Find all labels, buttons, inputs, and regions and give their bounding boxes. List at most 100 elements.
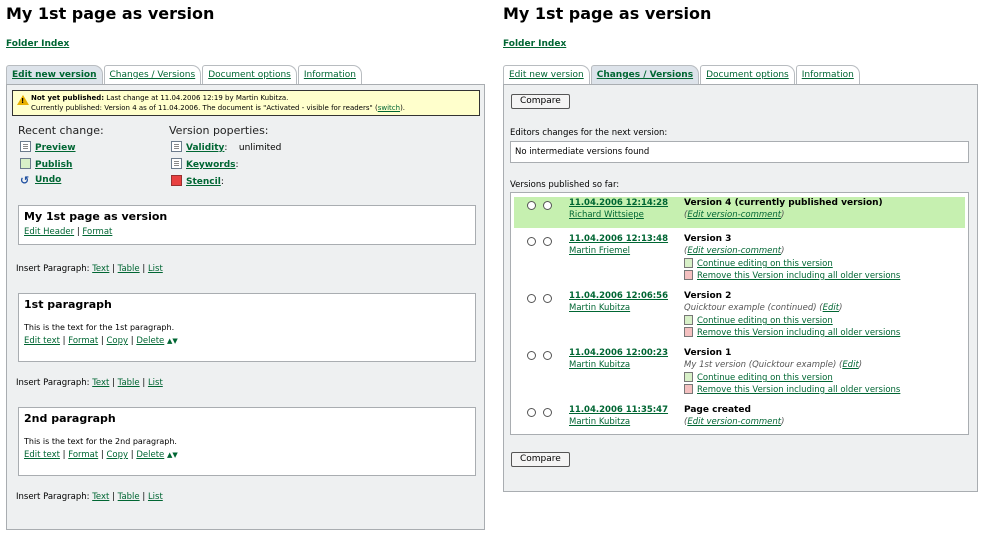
tab-label[interactable]: Edit new version	[509, 70, 584, 80]
tab-label[interactable]: Document options	[706, 70, 789, 80]
compare-to-radio[interactable]	[543, 201, 552, 210]
insert-text-link[interactable]: Text	[92, 264, 109, 274]
compare-from-radio[interactable]	[527, 201, 536, 210]
move-down-icon[interactable]: ▼	[172, 337, 177, 345]
warning-text: Currently published: Version 4 as of 11.…	[31, 104, 378, 112]
format-link[interactable]: Format	[82, 227, 112, 237]
compare-from-radio[interactable]	[527, 237, 536, 246]
remove-version-link[interactable]: Remove this Version including all older …	[697, 328, 900, 338]
tab-label[interactable]: Edit new version	[12, 70, 97, 80]
remove-version-action[interactable]: Remove this Version including all older …	[684, 384, 900, 395]
switch-link[interactable]: switch	[378, 104, 400, 112]
tab-changes-versions[interactable]: Changes / Versions	[590, 65, 700, 84]
tab-document-options[interactable]: Document options	[700, 65, 795, 84]
edit-text-link[interactable]: Edit text	[24, 336, 60, 346]
insert-list-link[interactable]: List	[148, 264, 163, 274]
tab-label[interactable]: Information	[304, 70, 356, 80]
continue-editing-icon	[684, 315, 693, 325]
continue-editing-action[interactable]: Continue editing on this version	[684, 258, 833, 269]
compare-to-radio[interactable]	[543, 294, 552, 303]
continue-editing-link[interactable]: Continue editing on this version	[697, 373, 833, 383]
remove-version-link[interactable]: Remove this Version including all older …	[697, 271, 900, 281]
version-user-link[interactable]: Martin Kubitza	[569, 417, 630, 427]
validity-link[interactable]: Validity	[186, 143, 224, 153]
format-link[interactable]: Format	[68, 336, 98, 346]
publish-link[interactable]: Publish	[35, 160, 72, 170]
undo-action[interactable]: ↺ Undo	[20, 175, 61, 186]
version-user-link[interactable]: Richard Wittsiepe	[569, 210, 644, 220]
version-user-link[interactable]: Martin Friemel	[569, 246, 630, 256]
version-user-link[interactable]: Martin Kubitza	[569, 303, 630, 313]
tab-information[interactable]: Information	[795, 65, 860, 84]
edit-version-comment-link[interactable]: Edit version-comment	[687, 246, 781, 256]
undo-link[interactable]: Undo	[35, 175, 61, 185]
keywords-link[interactable]: Keywords	[186, 160, 236, 170]
insert-table-link[interactable]: Table	[118, 378, 140, 388]
paragraph-text: This is the text for the 1st paragraph.	[24, 323, 175, 332]
move-down-icon[interactable]: ▼	[172, 451, 177, 459]
tab-edit-new-version[interactable]: Edit new version	[6, 65, 103, 84]
compare-button[interactable]: Compare	[511, 94, 570, 109]
copy-link[interactable]: Copy	[106, 336, 128, 346]
compare-to-radio[interactable]	[543, 237, 552, 246]
version-user-link[interactable]: Martin Kubitza	[569, 360, 630, 370]
remove-version-icon	[684, 270, 693, 280]
versions-panel: Compare Editors changes for the next ver…	[503, 84, 978, 492]
continue-editing-link[interactable]: Continue editing on this version	[697, 259, 833, 269]
delete-link[interactable]: Delete	[136, 450, 164, 460]
format-link[interactable]: Format	[68, 450, 98, 460]
version-date-link[interactable]: 11.04.2006 11:35:47	[569, 405, 668, 415]
stencil-link[interactable]: Stencil	[186, 177, 221, 187]
stencil-row: Stencil:	[171, 175, 224, 187]
edit-comment-link[interactable]: Edit	[823, 303, 839, 313]
insert-table-link[interactable]: Table	[118, 492, 140, 502]
remove-version-action[interactable]: Remove this Version including all older …	[684, 327, 900, 338]
tab-bar: Edit new version Changes / Versions Docume…	[6, 65, 363, 85]
edit-version-comment-link[interactable]: Edit version-comment	[687, 417, 781, 427]
remove-version-link[interactable]: Remove this Version including all older …	[697, 385, 900, 395]
tab-label[interactable]: Information	[802, 70, 854, 80]
continue-editing-action[interactable]: Continue editing on this version	[684, 315, 833, 326]
compare-to-radio[interactable]	[543, 351, 552, 360]
folder-index-link[interactable]: Folder Index	[503, 39, 566, 49]
edit-header-link[interactable]: Edit Header	[24, 227, 74, 237]
insert-table-link[interactable]: Table	[118, 264, 140, 274]
warning-title: Not yet published:	[31, 94, 105, 102]
tab-edit-new-version[interactable]: Edit new version	[503, 65, 590, 84]
edit-comment-link[interactable]: Edit	[842, 360, 858, 370]
version-date-link[interactable]: 11.04.2006 12:14:28	[569, 198, 668, 208]
preview-action[interactable]: Preview	[20, 141, 76, 153]
compare-button[interactable]: Compare	[511, 452, 570, 467]
version-date-link[interactable]: 11.04.2006 12:00:23	[569, 348, 668, 358]
continue-editing-action[interactable]: Continue editing on this version	[684, 372, 833, 383]
tab-information[interactable]: Information	[297, 65, 362, 84]
version-date-link[interactable]: 11.04.2006 12:13:48	[569, 234, 668, 244]
tab-label[interactable]: Document options	[208, 70, 291, 80]
tab-changes-versions[interactable]: Changes / Versions	[103, 65, 202, 84]
folder-index-link[interactable]: Folder Index	[6, 39, 69, 49]
stencil-icon	[171, 175, 182, 186]
insert-text-link[interactable]: Text	[92, 378, 109, 388]
tab-label[interactable]: Changes / Versions	[597, 70, 693, 80]
insert-paragraph-row: Insert Paragraph: Text | Table | List	[16, 264, 163, 274]
tab-document-options[interactable]: Document options	[202, 65, 297, 84]
compare-to-radio[interactable]	[543, 408, 552, 417]
insert-list-link[interactable]: List	[148, 378, 163, 388]
version-title: Page created	[684, 405, 751, 415]
compare-from-radio[interactable]	[527, 294, 536, 303]
edit-version-comment-link[interactable]: Edit version-comment	[687, 210, 781, 220]
remove-version-action[interactable]: Remove this Version including all older …	[684, 270, 900, 281]
delete-link[interactable]: Delete	[136, 336, 164, 346]
copy-link[interactable]: Copy	[106, 450, 128, 460]
insert-text-link[interactable]: Text	[92, 492, 109, 502]
tab-label[interactable]: Changes / Versions	[110, 70, 196, 80]
insert-list-link[interactable]: List	[148, 492, 163, 502]
version-date-link[interactable]: 11.04.2006 12:06:56	[569, 291, 668, 301]
published-versions-label: Versions published so far:	[510, 180, 620, 190]
edit-text-link[interactable]: Edit text	[24, 450, 60, 460]
continue-editing-link[interactable]: Continue editing on this version	[697, 316, 833, 326]
compare-from-radio[interactable]	[527, 351, 536, 360]
publish-action[interactable]: Publish	[20, 158, 72, 170]
compare-from-radio[interactable]	[527, 408, 536, 417]
preview-link[interactable]: Preview	[35, 143, 76, 153]
